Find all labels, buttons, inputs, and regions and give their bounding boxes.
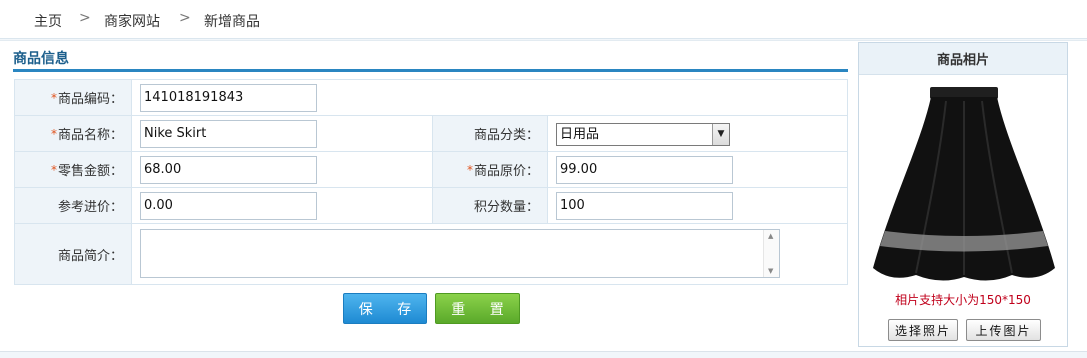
breadcrumb: 主页 > 商家网站 > 新增商品 [0,0,1087,39]
scroll-down-icon[interactable]: ▼ [768,267,773,275]
value-cell: 100 [547,187,848,224]
upload-photo-button[interactable]: 上传图片 [966,319,1041,341]
product-photo-panel: 商品相片 相片支持大小为150*150 选择照片 上传图片 [858,42,1068,347]
photo-size-hint: 相片支持大小为150*150 [895,293,1031,307]
original-label: 商品原价： [473,164,539,179]
label-cell: * 商品编码： [14,79,132,116]
retail-price-input[interactable]: 68.00 [140,156,317,184]
name-label: 商品名称： [57,128,123,143]
category-selected-value: 日用品 [560,127,600,142]
required-mark: * [50,162,57,177]
breadcrumb-site[interactable]: 商家网站 [104,11,160,31]
product-name-input[interactable]: Nike Skirt [140,120,317,148]
value-cell: 68.00 [131,151,433,188]
save-button[interactable]: 保 存 [343,293,427,324]
cost-label: 参考进价： [57,200,123,215]
label-cell: * 零售金额： [14,151,132,188]
value-cell: ▲ ▼ [131,223,848,285]
description-textarea[interactable]: ▲ ▼ [140,229,780,278]
code-label: 商品编码： [57,92,123,107]
retail-label: 零售金额： [57,164,123,179]
value-cell: 日用品 ▼ [547,115,848,152]
product-form-grid: * 商品编码： 141018191843 * 商品名称： Nike Skirt 商品… [14,79,848,326]
label-cell: 积分数量： [432,187,548,224]
product-code-input[interactable]: 141018191843 [140,84,317,112]
breadcrumb-current: 新增商品 [204,14,260,30]
label-cell: * 商品原价： [432,151,548,188]
photo-panel-title: 商品相片 [859,43,1067,75]
breadcrumb-separator: > [179,10,191,26]
section-divider [13,69,848,72]
description-label: 商品简介： [57,248,123,264]
breadcrumb-separator: > [79,10,91,26]
scroll-up-icon[interactable]: ▲ [768,232,773,240]
label-cell: 商品简介： [14,223,132,285]
required-mark: * [466,162,473,177]
label-cell: 商品分类： [432,115,548,152]
cost-price-input[interactable]: 0.00 [140,192,317,220]
chevron-down-icon[interactable]: ▼ [712,124,729,145]
product-form-panel: 商品信息 * 商品编码： 141018191843 * 商品名称： Nike Ski… [0,40,1087,352]
product-photo [873,87,1055,281]
value-cell: 99.00 [547,151,848,188]
label-cell: * 商品名称： [14,115,132,152]
category-select[interactable]: 日用品 ▼ [556,123,730,146]
value-cell: 0.00 [131,187,433,224]
points-label: 积分数量： [473,200,539,215]
choose-photo-button[interactable]: 选择照片 [888,319,958,341]
section-title: 商品信息 [13,51,69,67]
reset-button[interactable]: 重 置 [435,293,520,324]
value-cell: Nike Skirt [131,115,433,152]
required-mark: * [50,126,57,141]
points-input[interactable]: 100 [556,192,733,220]
original-price-input[interactable]: 99.00 [556,156,733,184]
breadcrumb-home[interactable]: 主页 [34,11,62,31]
required-mark: * [50,90,57,105]
value-cell: 141018191843 [131,79,848,116]
category-label: 商品分类： [473,128,539,143]
scrollbar[interactable]: ▲ ▼ [763,230,779,277]
label-cell: 参考进价： [14,187,132,224]
